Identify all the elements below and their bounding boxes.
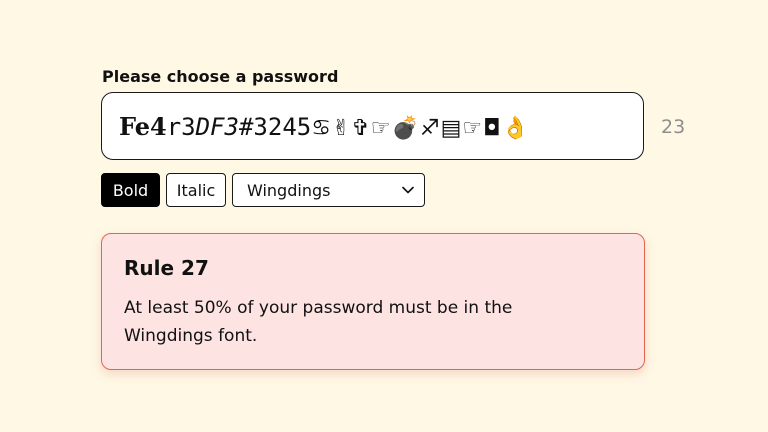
password-italic-segment: DF3 — [195, 112, 239, 141]
rule-description: At least 50% of your password must be in… — [124, 298, 513, 346]
password-text[interactable]: Fe4r3DF3#3245♋✌✞☞💣♐▤☞◘👌 — [119, 112, 530, 141]
password-plain-segment: r3 — [166, 112, 196, 141]
italic-button[interactable]: Italic — [166, 173, 226, 207]
rule-title: Rule 27 — [124, 256, 209, 280]
bold-button[interactable]: Bold — [101, 173, 160, 207]
chevron-down-icon — [402, 186, 414, 194]
password-wingdings-segment: ♋✌✞☞💣♐▤☞◘👌 — [311, 115, 530, 141]
rule-card: Rule 27 At least 50% of your password mu… — [101, 233, 645, 370]
font-select[interactable]: Wingdings — [232, 173, 425, 207]
format-toolbar: Bold Italic Wingdings — [101, 173, 425, 207]
password-digits-segment: #3245 — [238, 112, 312, 141]
password-char-count: 23 — [661, 116, 686, 138]
password-game-page: Please choose a password Fe4r3DF3#3245♋✌… — [0, 0, 768, 432]
password-bold-segment: Fe4 — [119, 111, 167, 141]
font-select-value: Wingdings — [247, 180, 331, 200]
password-input[interactable]: Fe4r3DF3#3245♋✌✞☞💣♐▤☞◘👌 — [101, 92, 644, 160]
password-prompt-label: Please choose a password — [102, 67, 339, 86]
